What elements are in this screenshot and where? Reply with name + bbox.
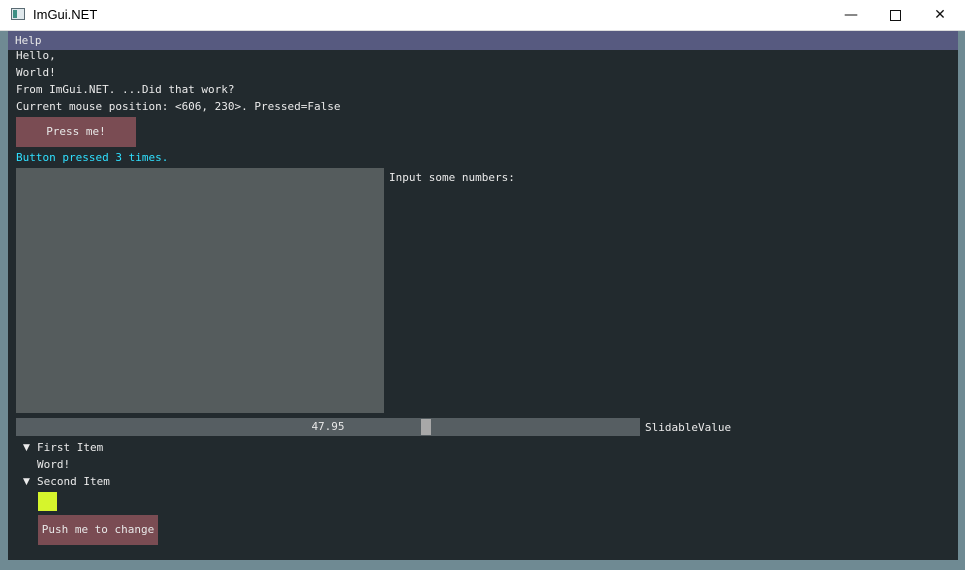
hello-text: Hello, bbox=[16, 49, 56, 62]
slider-value-text: 47.95 bbox=[311, 420, 345, 433]
numbers-input-box[interactable] bbox=[16, 168, 384, 413]
title-bar[interactable]: ImGui.NET — ✕ bbox=[0, 0, 965, 31]
tree-node-second-item[interactable]: Second Item bbox=[37, 475, 110, 489]
first-item-arrow-icon[interactable]: ▼ bbox=[23, 441, 30, 455]
tree-node-first-item[interactable]: First Item bbox=[37, 441, 103, 455]
greeting-text: From ImGui.NET. ...Did that work? bbox=[16, 83, 235, 96]
first-item-child-text: Word! bbox=[37, 458, 71, 471]
app-window: ImGui.NET — ✕ Help Hello, World! From Im… bbox=[0, 0, 965, 570]
press-me-button[interactable]: Press me! bbox=[16, 117, 136, 147]
app-icon bbox=[11, 8, 25, 20]
mouse-position-text: Current mouse position: <606, 230>. Pres… bbox=[16, 100, 341, 113]
button-press-status: Button pressed 3 times. bbox=[16, 151, 169, 164]
minimize-button[interactable]: — bbox=[828, 0, 874, 30]
maximize-button[interactable] bbox=[872, 0, 918, 30]
push-to-change-button[interactable]: Push me to change bbox=[38, 515, 158, 545]
close-button[interactable]: ✕ bbox=[917, 0, 963, 30]
imgui-canvas: Help Hello, World! From ImGui.NET. ...Di… bbox=[8, 31, 958, 560]
color-swatch bbox=[38, 492, 57, 511]
window-title: ImGui.NET bbox=[33, 7, 98, 22]
menu-bar: Help bbox=[8, 31, 958, 50]
maximize-icon bbox=[889, 9, 901, 21]
second-item-arrow-icon[interactable]: ▼ bbox=[23, 475, 30, 489]
world-text: World! bbox=[16, 66, 56, 79]
slider-label: SlidableValue bbox=[645, 421, 732, 434]
menu-help[interactable]: Help bbox=[15, 33, 42, 48]
input-numbers-label: Input some numbers: bbox=[389, 171, 515, 184]
